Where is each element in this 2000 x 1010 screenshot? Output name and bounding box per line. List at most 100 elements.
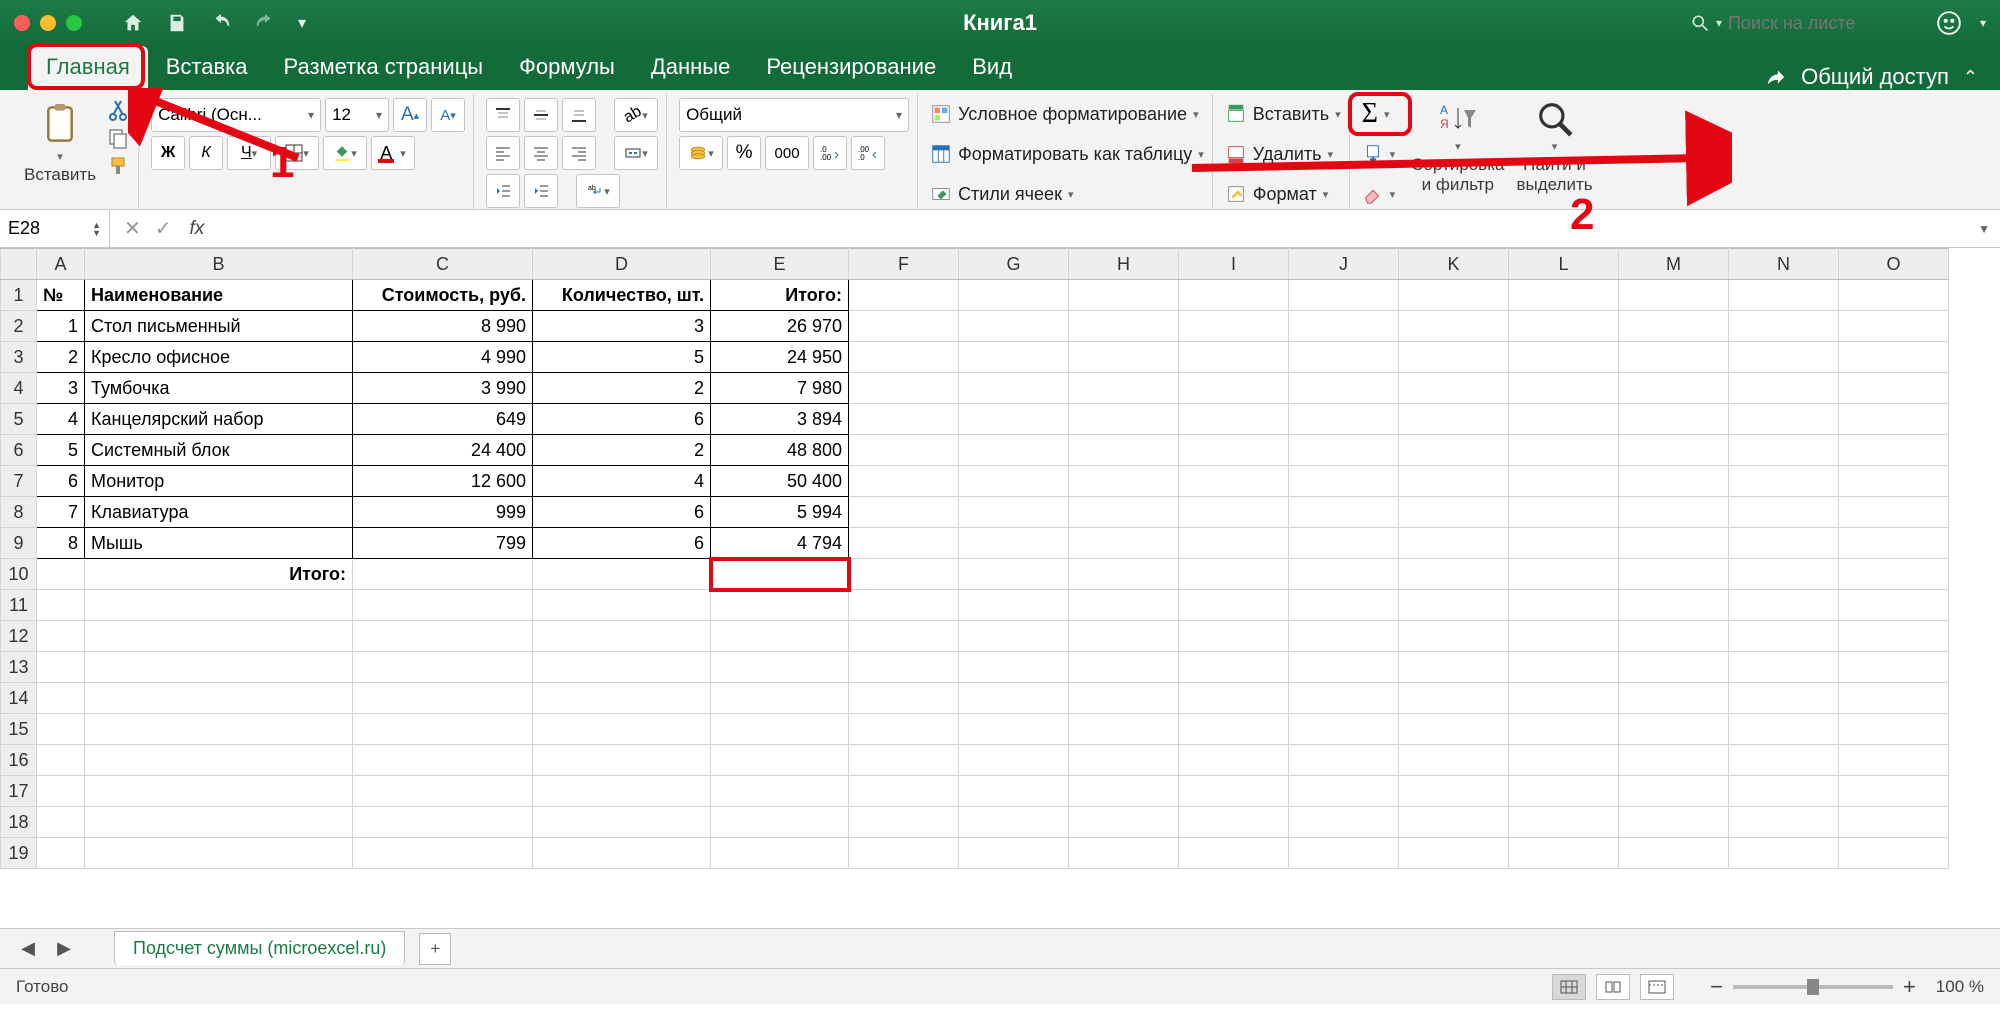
cell-H12[interactable] [1069,621,1179,652]
cell-H2[interactable] [1069,311,1179,342]
cell-E10[interactable] [711,559,849,590]
cell-N3[interactable] [1729,342,1839,373]
cell-N16[interactable] [1729,745,1839,776]
qat-customize-icon[interactable]: ▾ [298,13,306,33]
cell-A10[interactable] [37,559,85,590]
row-header-6[interactable]: 6 [1,435,37,466]
cell-H13[interactable] [1069,652,1179,683]
font-color-button[interactable]: A ▾ [371,136,415,170]
cell-I5[interactable] [1179,404,1289,435]
col-header-E[interactable]: E [711,249,849,280]
cell-I7[interactable] [1179,466,1289,497]
cell-G6[interactable] [959,435,1069,466]
cell-O4[interactable] [1839,373,1949,404]
cell-K14[interactable] [1399,683,1509,714]
italic-button[interactable]: К [189,136,223,170]
cell-C6[interactable]: 24 400 [353,435,533,466]
cell-J13[interactable] [1289,652,1399,683]
cell-G17[interactable] [959,776,1069,807]
paste-button[interactable]: ▾ Вставить [18,98,102,187]
zoom-level[interactable]: 100 % [1936,977,1984,997]
row-header-7[interactable]: 7 [1,466,37,497]
zoom-slider[interactable] [1733,985,1893,989]
cell-K15[interactable] [1399,714,1509,745]
cell-F7[interactable] [849,466,959,497]
cell-N9[interactable] [1729,528,1839,559]
conditional-formatting-button[interactable]: Условное форматирование▾ [930,98,1204,130]
cell-O8[interactable] [1839,497,1949,528]
cell-I3[interactable] [1179,342,1289,373]
cell-O13[interactable] [1839,652,1949,683]
cell-E14[interactable] [711,683,849,714]
cell-G8[interactable] [959,497,1069,528]
cell-B14[interactable] [85,683,353,714]
cell-B8[interactable]: Клавиатура [85,497,353,528]
merge-button[interactable]: ▾ [614,136,658,170]
cell-N19[interactable] [1729,838,1839,869]
cell-M3[interactable] [1619,342,1729,373]
cell-L8[interactable] [1509,497,1619,528]
align-middle-button[interactable] [524,98,558,132]
cell-K1[interactable] [1399,280,1509,311]
accept-formula-icon[interactable]: ✓ [155,216,172,241]
cell-C4[interactable]: 3 990 [353,373,533,404]
cell-J18[interactable] [1289,807,1399,838]
cell-M7[interactable] [1619,466,1729,497]
save-icon[interactable] [166,12,188,34]
cell-B11[interactable] [85,590,353,621]
cell-I2[interactable] [1179,311,1289,342]
cell-E16[interactable] [711,745,849,776]
fx-icon[interactable]: fx [190,218,205,240]
cell-O5[interactable] [1839,404,1949,435]
cell-F1[interactable] [849,280,959,311]
cell-J4[interactable] [1289,373,1399,404]
format-painter-icon[interactable] [106,154,130,178]
share-button[interactable]: Общий доступ [1801,64,1949,90]
cell-J5[interactable] [1289,404,1399,435]
cell-K16[interactable] [1399,745,1509,776]
cell-H6[interactable] [1069,435,1179,466]
cell-I9[interactable] [1179,528,1289,559]
view-page-layout-button[interactable] [1596,974,1630,1000]
cell-J16[interactable] [1289,745,1399,776]
cell-I10[interactable] [1179,559,1289,590]
row-header-3[interactable]: 3 [1,342,37,373]
cell-F3[interactable] [849,342,959,373]
row-header-18[interactable]: 18 [1,807,37,838]
cell-O7[interactable] [1839,466,1949,497]
cell-J15[interactable] [1289,714,1399,745]
cell-D18[interactable] [533,807,711,838]
row-header-12[interactable]: 12 [1,621,37,652]
cell-L15[interactable] [1509,714,1619,745]
cell-D17[interactable] [533,776,711,807]
cell-G7[interactable] [959,466,1069,497]
cell-A4[interactable]: 3 [37,373,85,404]
cell-C7[interactable]: 12 600 [353,466,533,497]
cell-J7[interactable] [1289,466,1399,497]
cell-K13[interactable] [1399,652,1509,683]
increase-decimal-button[interactable]: .0.00 [813,136,847,170]
cell-C8[interactable]: 999 [353,497,533,528]
cell-C11[interactable] [353,590,533,621]
cell-L4[interactable] [1509,373,1619,404]
cell-D9[interactable]: 6 [533,528,711,559]
cell-M10[interactable] [1619,559,1729,590]
percent-button[interactable]: % [727,136,761,170]
cell-G15[interactable] [959,714,1069,745]
cell-C14[interactable] [353,683,533,714]
row-header-9[interactable]: 9 [1,528,37,559]
cell-J3[interactable] [1289,342,1399,373]
cell-L1[interactable] [1509,280,1619,311]
fill-button[interactable]: ▾ [1362,138,1396,170]
cell-E11[interactable] [711,590,849,621]
cell-L3[interactable] [1509,342,1619,373]
cell-K7[interactable] [1399,466,1509,497]
col-header-B[interactable]: B [85,249,353,280]
spreadsheet-grid[interactable]: ABCDEFGHIJKLMNO1№НаименованиеСтоимость, … [0,248,2000,928]
row-header-4[interactable]: 4 [1,373,37,404]
cell-C2[interactable]: 8 990 [353,311,533,342]
cell-F8[interactable] [849,497,959,528]
cell-G10[interactable] [959,559,1069,590]
cell-D7[interactable]: 4 [533,466,711,497]
cell-N18[interactable] [1729,807,1839,838]
